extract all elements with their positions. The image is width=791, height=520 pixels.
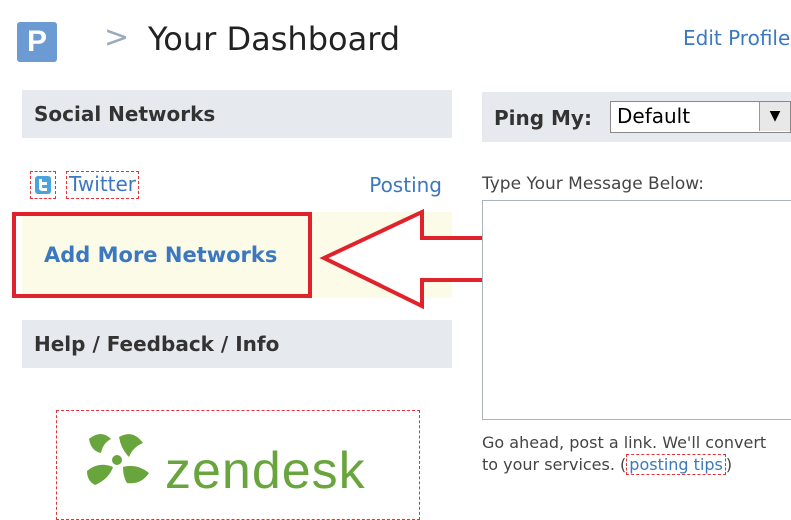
add-more-networks-label: Add More Networks xyxy=(44,243,278,267)
help-feedback-heading: Help / Feedback / Info xyxy=(22,320,452,368)
ping-bar: Ping My: Default ▼ xyxy=(482,92,791,142)
zendesk-logo-icon xyxy=(87,434,149,485)
twitter-icon[interactable] xyxy=(30,171,56,199)
zendesk-wordmark: zendesk xyxy=(165,442,366,500)
posting-tips-link[interactable]: posting tips xyxy=(626,454,726,475)
ping-label: Ping My: xyxy=(494,106,592,130)
posting-help-line-1: Go ahead, post a link. We'll convert xyxy=(482,433,767,452)
posting-help-line-2: to your services. (posting tips) xyxy=(482,454,791,476)
help-feedback-heading-label: Help / Feedback / Info xyxy=(34,332,280,356)
ping-selected-value: Default xyxy=(617,104,691,128)
posting-help-suffix: ) xyxy=(725,455,733,474)
posting-help-prefix: to your services. ( xyxy=(482,455,627,474)
ping-target-select[interactable]: Default ▼ xyxy=(610,101,791,133)
social-networks-heading-label: Social Networks xyxy=(34,102,216,126)
add-more-networks-button[interactable]: Add More Networks xyxy=(12,212,312,298)
app-logo[interactable]: P xyxy=(17,22,57,62)
posting-help-text: Go ahead, post a link. We'll convert to … xyxy=(482,432,791,476)
zendesk-widget[interactable]: zendesk xyxy=(56,410,420,520)
breadcrumb-separator: > xyxy=(104,20,130,55)
logo-letter: P xyxy=(26,25,47,58)
dropdown-arrow-icon[interactable]: ▼ xyxy=(759,102,790,131)
posting-link[interactable]: Posting xyxy=(369,173,442,197)
message-label: Type Your Message Below: xyxy=(482,174,705,194)
edit-profile-link[interactable]: Edit Profile xyxy=(683,26,790,50)
message-textarea[interactable] xyxy=(482,200,791,420)
social-networks-heading: Social Networks xyxy=(22,90,452,138)
twitter-link[interactable]: Twitter xyxy=(66,171,140,199)
page-title: Your Dashboard xyxy=(148,20,401,58)
